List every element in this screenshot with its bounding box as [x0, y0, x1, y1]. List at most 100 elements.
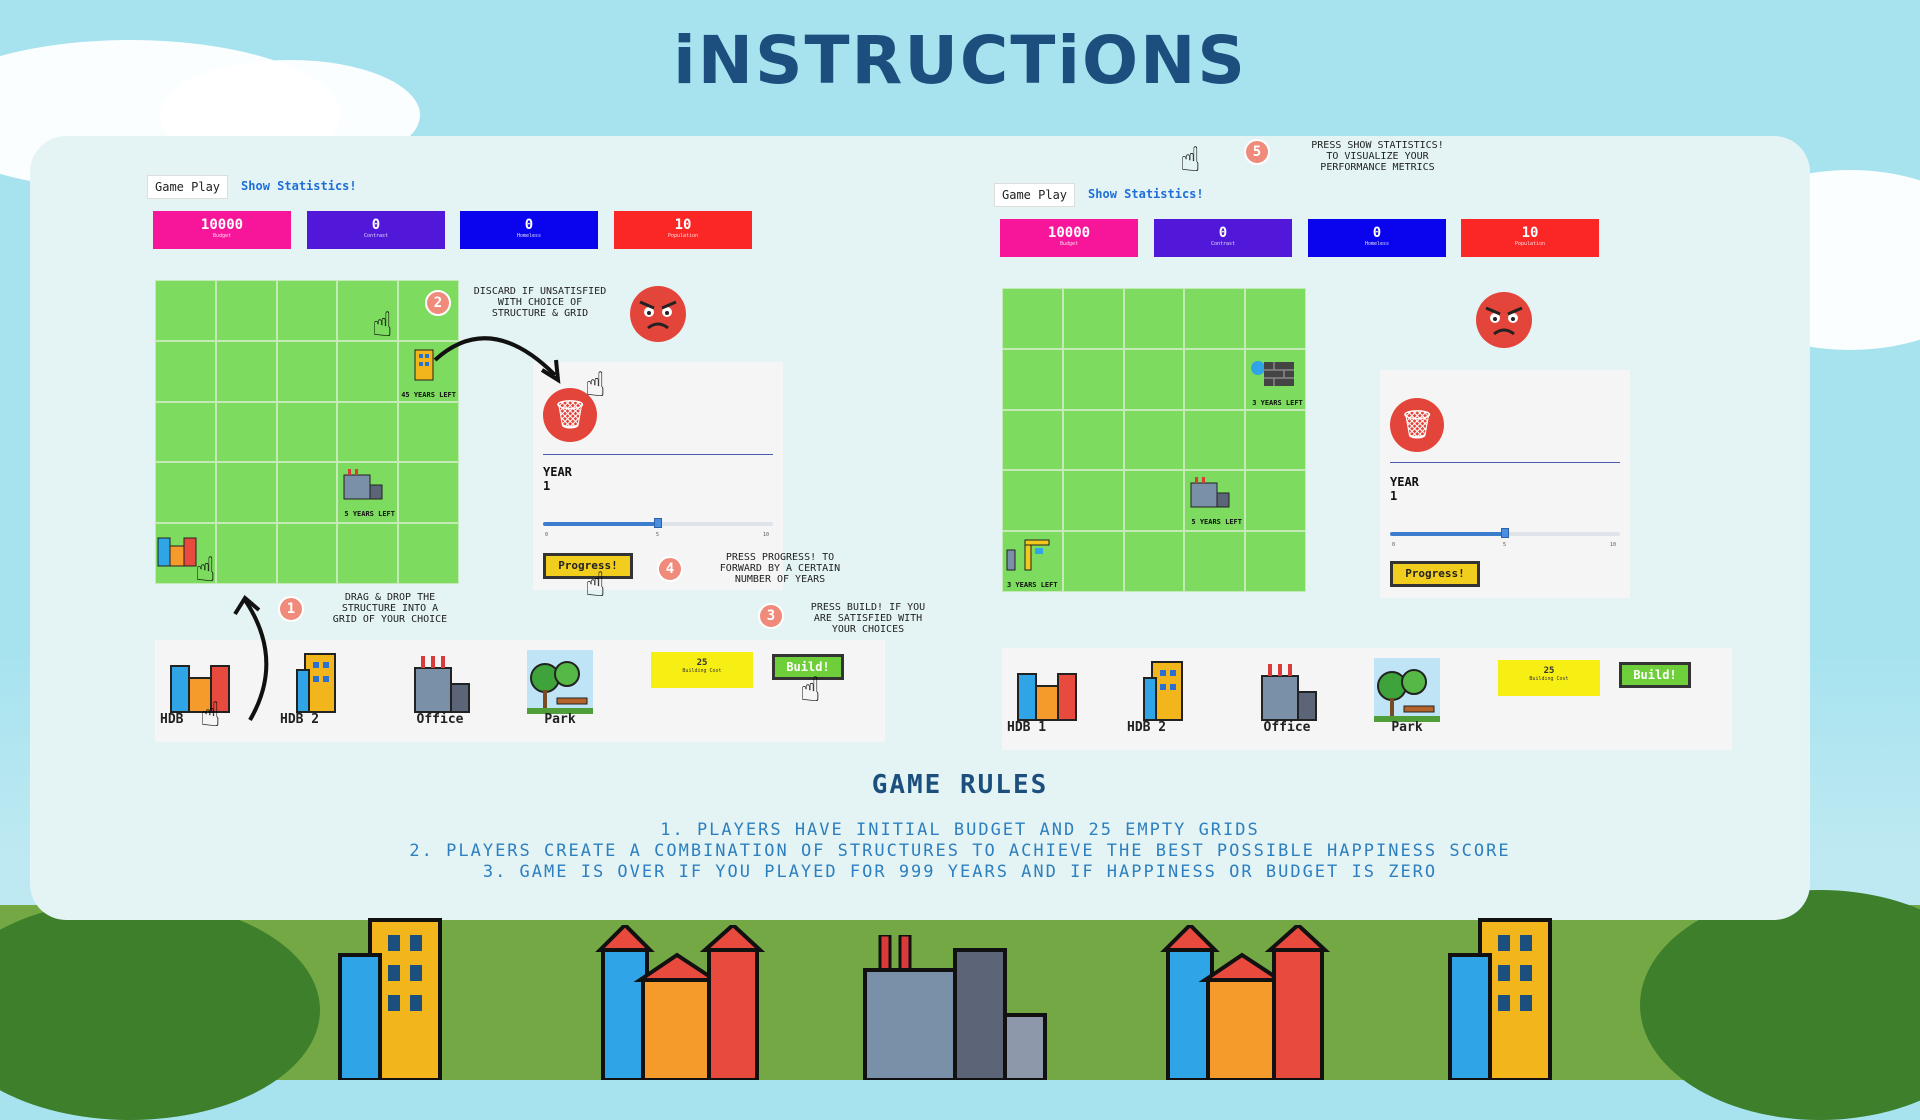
step-number: 4 [657, 556, 683, 582]
office-icon [414, 656, 470, 713]
grid-cell[interactable] [155, 462, 216, 524]
step-note: Press Build! if you are satisfied with y… [810, 602, 926, 635]
grid-cell[interactable] [1123, 288, 1185, 349]
stat-homeless: 0 Homeless [460, 211, 598, 249]
grid-cell[interactable] [1184, 288, 1246, 349]
park-icon [527, 650, 593, 714]
palette-label: Office [1263, 720, 1311, 735]
year-value: 1 [1390, 489, 1398, 503]
palette-item-hdb-2[interactable]: HDB 2 [1127, 658, 1207, 735]
rule-line: 2. Players create a combination of struc… [409, 841, 1511, 861]
grid-cell[interactable] [215, 280, 277, 341]
tab-show-statistics[interactable]: Show Statistics! [1081, 183, 1211, 207]
grid-cell[interactable] [276, 401, 338, 463]
palette-item-park[interactable]: Park [1367, 658, 1447, 735]
discard-button[interactable]: 🗑 [1390, 398, 1444, 452]
grid-cell[interactable] [398, 462, 459, 524]
construction-crane-icon [1006, 539, 1050, 571]
year-slider[interactable] [543, 518, 773, 528]
years-left-label: 5 YEARS LEFT [1191, 518, 1242, 527]
grid-cell[interactable] [1123, 409, 1185, 471]
palette-item-office[interactable]: Office [1247, 658, 1327, 735]
years-left-label: 5 YEARS LEFT [344, 510, 395, 519]
step-number: 3 [758, 603, 784, 629]
grid-cell-office[interactable]: 5 YEARS LEFT [1184, 470, 1246, 532]
hand-pointer-icon: ☝ [1180, 140, 1201, 180]
palette-item-park[interactable]: Park [520, 650, 600, 727]
slider-handle[interactable] [654, 518, 662, 528]
city-grid[interactable]: 45 YEARS LEFT 5 YEARS LEFT [155, 280, 459, 584]
hdb-illustration [595, 925, 765, 1080]
grid-cell[interactable] [1002, 348, 1063, 410]
arrow-icon [233, 594, 269, 722]
grid-cell[interactable] [1002, 288, 1063, 349]
grid-cell[interactable] [1002, 409, 1063, 471]
step-number: 1 [278, 596, 304, 622]
control-panel: 🗑 YEAR 1 0 5 10 Progress! [1380, 370, 1630, 598]
grid-cell[interactable] [155, 340, 216, 402]
year-slider[interactable] [1390, 528, 1620, 538]
city-grid[interactable]: 3 YEARS LEFT 5 YEARS LEFT 3 YEARS LEFT [1002, 288, 1306, 592]
grid-cell-crane[interactable]: 3 YEARS LEFT [1002, 531, 1063, 592]
hdb2-icon [1143, 661, 1183, 721]
grid-cell[interactable] [1123, 470, 1185, 532]
grid-cell[interactable] [215, 462, 277, 524]
palette-item-hdb-1[interactable]: HDB 1 [1007, 658, 1087, 735]
slider-handle[interactable] [1501, 528, 1509, 538]
grid-cell[interactable] [337, 523, 399, 584]
grid-cell[interactable] [1245, 288, 1306, 349]
office-icon [343, 469, 383, 500]
palette-item-hdb-2[interactable]: HDB 2 [280, 650, 360, 727]
grid-cell[interactable] [1062, 348, 1124, 410]
grid-cell[interactable] [1062, 409, 1124, 471]
palette-label: Park [544, 712, 576, 727]
grid-cell[interactable] [337, 401, 399, 463]
angry-face-icon [1476, 292, 1532, 348]
grid-cell[interactable] [1184, 348, 1246, 410]
angry-face-icon [630, 286, 686, 342]
build-button[interactable]: Build! [1619, 662, 1691, 688]
stat-contrast: 0 Contrast [1154, 219, 1292, 257]
grid-cell[interactable] [1062, 288, 1124, 349]
progress-button[interactable]: Progress! [1390, 561, 1480, 587]
grid-cell[interactable] [1184, 409, 1246, 471]
tab-bar: Game Play Show Statistics! [147, 175, 364, 199]
grid-cell-wall[interactable]: 3 YEARS LEFT [1245, 348, 1306, 410]
year-value: 1 [543, 479, 551, 493]
grid-cell[interactable] [276, 340, 338, 402]
grid-cell[interactable] [1245, 409, 1306, 471]
grid-cell[interactable] [337, 340, 399, 402]
brick-wall-icon [1251, 360, 1295, 386]
grid-cell[interactable] [155, 401, 216, 463]
structure-palette: HDB 1 HDB 2 Office Park 25 Building Cost … [1002, 648, 1732, 750]
grid-cell[interactable] [215, 523, 277, 584]
grid-cell[interactable] [276, 523, 338, 584]
rule-line: 1. Players have initial budget and 25 em… [660, 820, 1260, 840]
tab-game-play[interactable]: Game Play [994, 183, 1076, 207]
grid-cell-office[interactable]: 5 YEARS LEFT [337, 462, 399, 524]
rule-line: 3. Game is over if you played for 999 ye… [482, 862, 1438, 882]
grid-cell[interactable] [398, 401, 459, 463]
grid-cell[interactable] [155, 280, 216, 341]
grid-cell[interactable] [1184, 531, 1246, 592]
grid-cell[interactable] [1245, 470, 1306, 532]
grid-cell[interactable] [215, 340, 277, 402]
grid-cell[interactable] [215, 401, 277, 463]
step-note: Drag & drop the structure into a grid of… [332, 592, 448, 625]
tab-show-statistics[interactable]: Show Statistics! [234, 175, 364, 199]
tab-game-play[interactable]: Game Play [147, 175, 229, 199]
grid-cell[interactable] [1062, 531, 1124, 592]
grid-cell[interactable] [276, 462, 338, 524]
grid-cell[interactable] [1002, 470, 1063, 532]
grid-cell[interactable] [1123, 348, 1185, 410]
grid-cell[interactable] [1062, 470, 1124, 532]
grid-cell[interactable] [1245, 531, 1306, 592]
palette-item-office[interactable]: Office [400, 650, 480, 727]
stat-budget: 10000 Budget [1000, 219, 1138, 257]
hdb2-icon [296, 653, 336, 713]
grid-cell[interactable] [276, 280, 338, 341]
stat-population: 10 Population [614, 211, 752, 249]
year-label: YEAR [1390, 475, 1419, 489]
grid-cell[interactable] [1123, 531, 1185, 592]
grid-cell[interactable] [398, 523, 459, 584]
